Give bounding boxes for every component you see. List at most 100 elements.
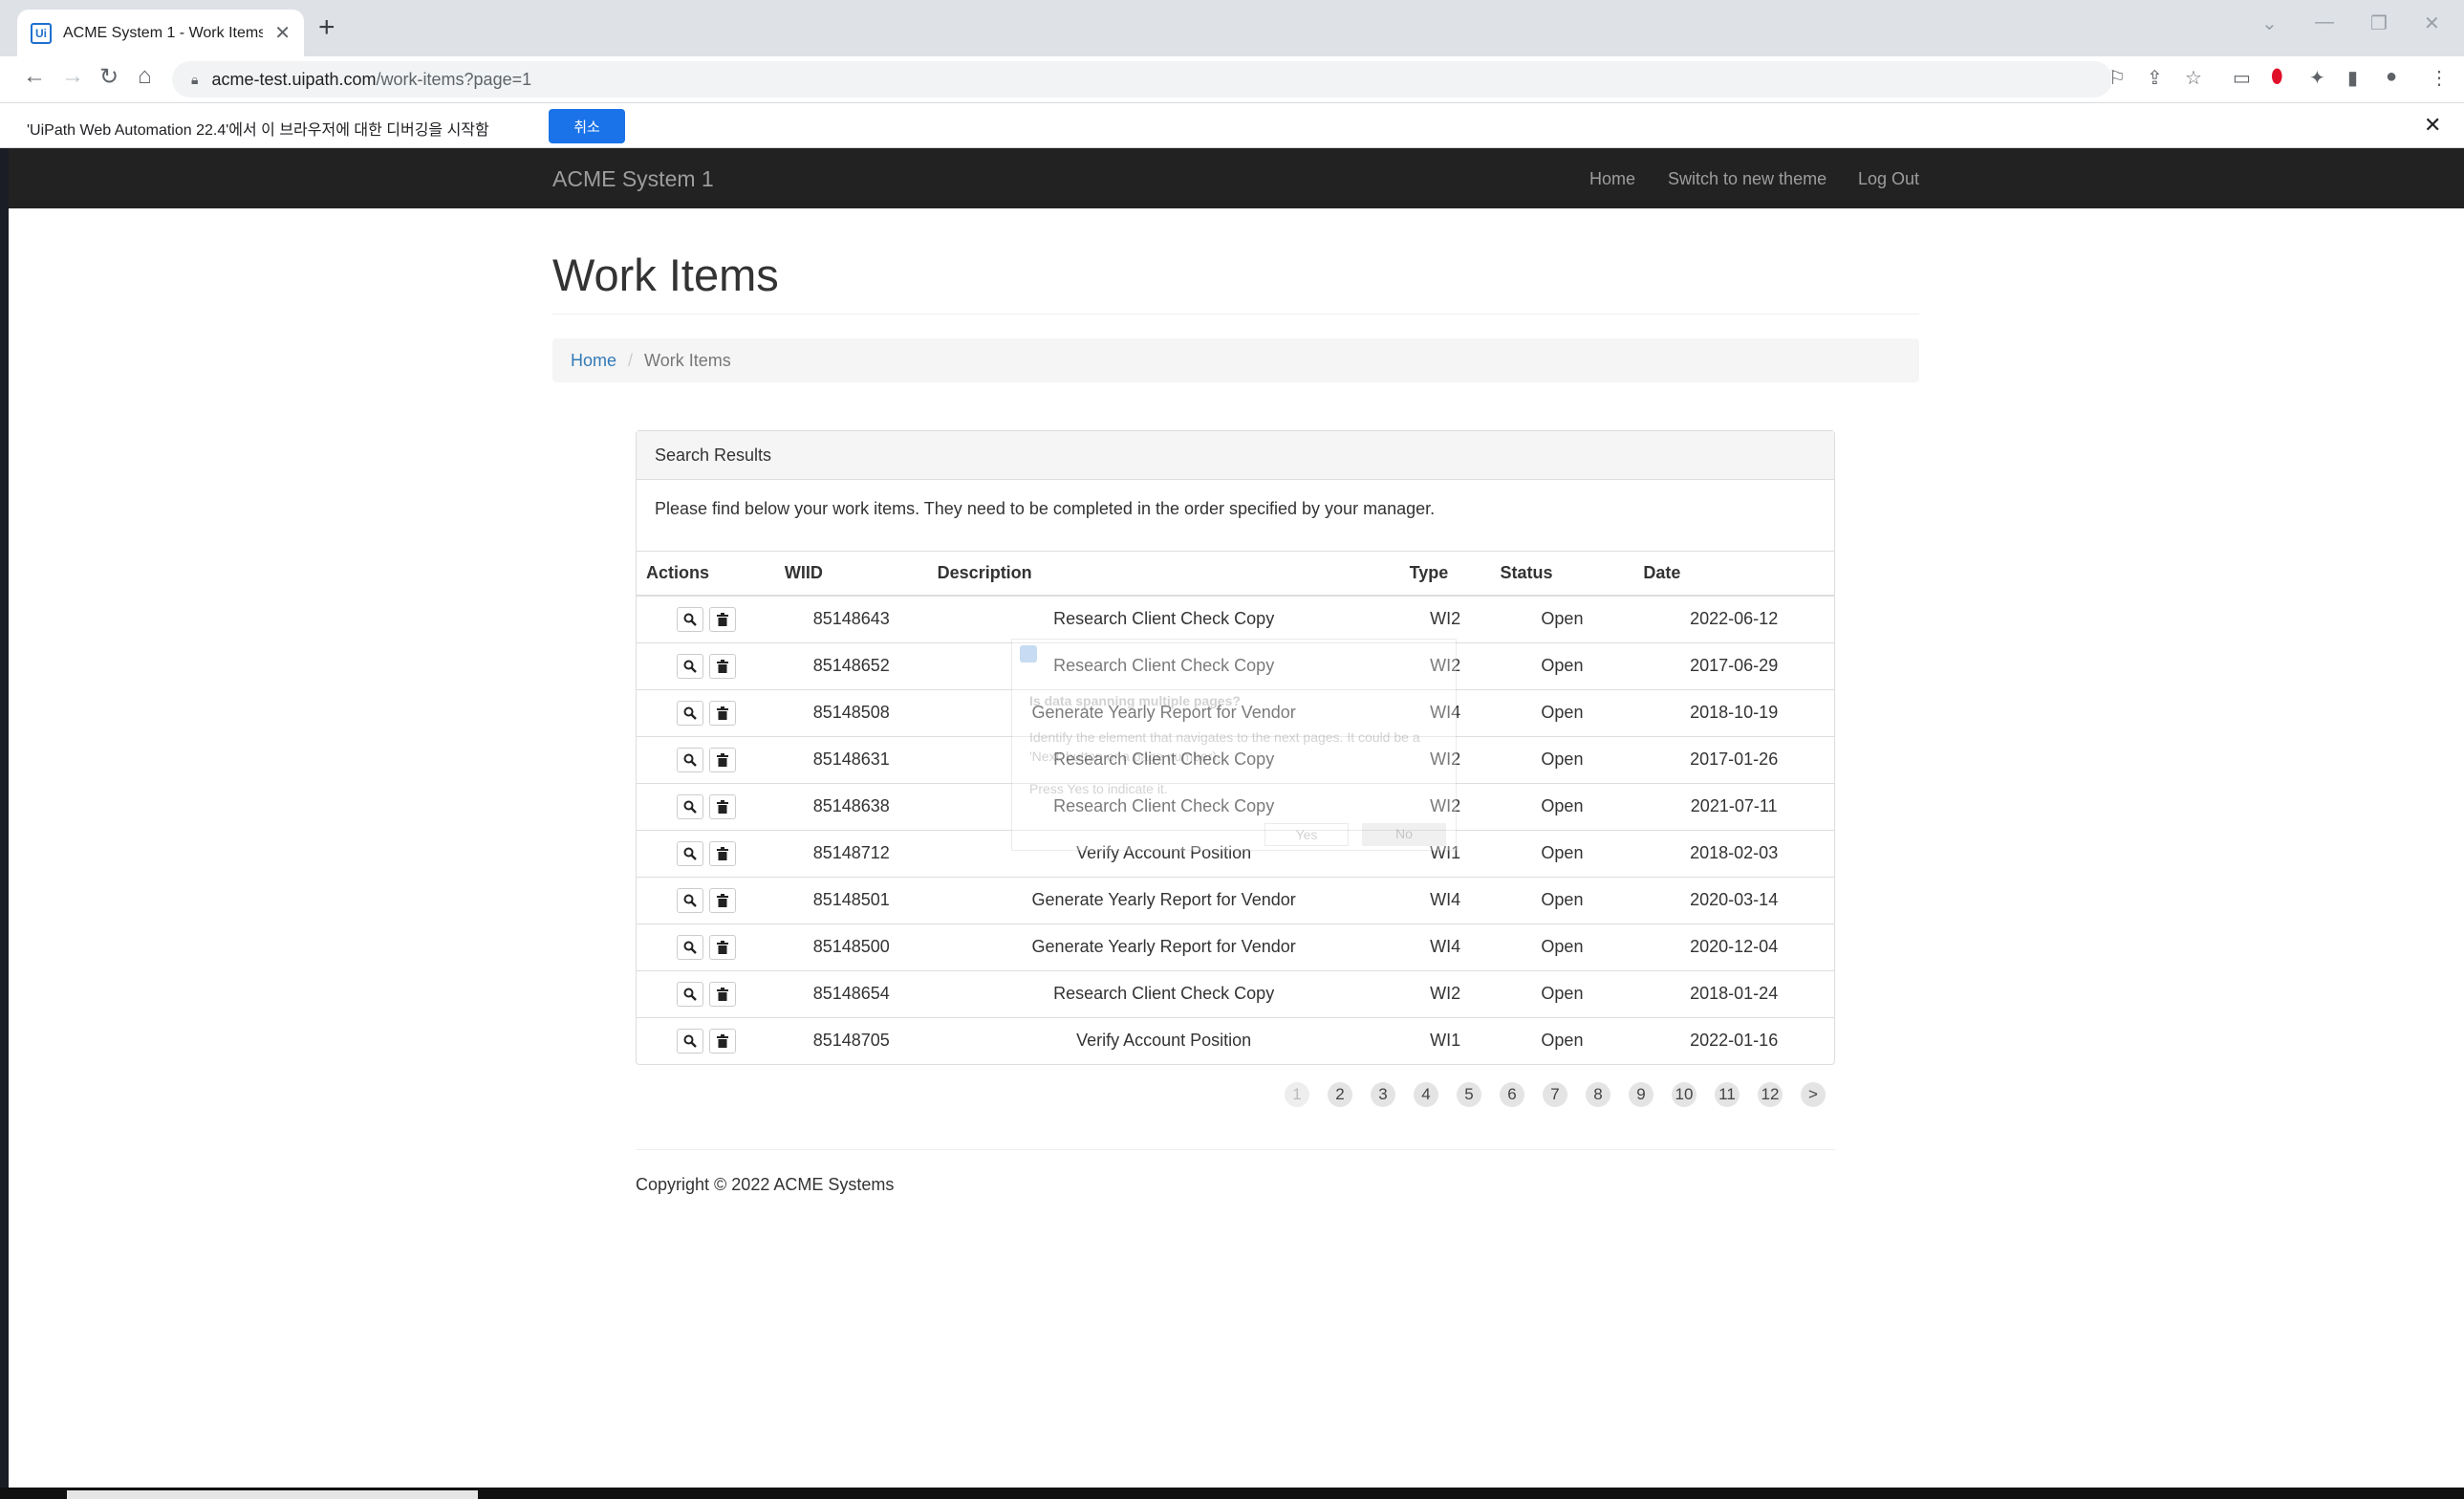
pagination-page-1[interactable]: 1 (1285, 1082, 1309, 1107)
pagination-page-10[interactable]: 10 (1672, 1082, 1697, 1107)
nav-logout-link[interactable]: Log Out (1858, 169, 1919, 189)
column-header-type[interactable]: Type (1399, 552, 1491, 597)
delete-item-button[interactable] (709, 1028, 736, 1054)
pagination-page-11[interactable]: 11 (1715, 1082, 1740, 1107)
cell-wiid: 85148705 (774, 1016, 928, 1064)
pagination-page-4[interactable]: 4 (1414, 1082, 1438, 1107)
pagination-page-3[interactable]: 3 (1371, 1082, 1395, 1107)
address-bar[interactable]: 🔒︎ acme-test.uipath.com/work-items?page=… (172, 61, 2112, 98)
cell-date: 2021-07-11 (1633, 782, 1834, 830)
infobar-message: 'UiPath Web Automation 22.4'에서 이 브라우저에 대… (27, 122, 489, 139)
translate-icon[interactable]: ⚐ (2108, 66, 2126, 90)
restore-icon[interactable]: ❐ (2370, 11, 2388, 35)
cell-status: Open (1490, 782, 1634, 830)
delete-item-button[interactable] (709, 653, 736, 679)
row-actions (637, 876, 775, 923)
view-item-button[interactable] (677, 887, 703, 913)
pagination-page-8[interactable]: 8 (1586, 1082, 1610, 1107)
table-row: 85148705 Verify Account Position WI1 Open 20… (637, 1016, 1834, 1064)
view-item-button[interactable] (677, 606, 703, 632)
tab-close-icon[interactable]: ✕ (274, 21, 291, 45)
view-item-button[interactable] (677, 1028, 703, 1054)
cell-date: 2018-01-24 (1633, 969, 1834, 1017)
pagination-page-7[interactable]: 7 (1543, 1082, 1567, 1107)
row-actions (637, 688, 775, 736)
pagination-page-5[interactable]: 5 (1457, 1082, 1481, 1107)
window-close-icon[interactable]: ✕ (2424, 11, 2440, 35)
cell-type: WI2 (1399, 641, 1491, 689)
menu-kebab-icon[interactable]: ⋮ (2430, 66, 2449, 90)
pagination-next-button[interactable]: > (1801, 1082, 1826, 1107)
column-header-description[interactable]: Description (927, 552, 1400, 597)
footer-copyright: Copyright © 2022 ACME Systems (636, 1175, 895, 1194)
new-tab-icon[interactable]: + (318, 13, 335, 42)
pagination-page-12[interactable]: 12 (1758, 1082, 1783, 1107)
row-actions (637, 1016, 775, 1064)
delete-item-button[interactable] (709, 981, 736, 1007)
navbar-brand[interactable]: ACME System 1 (552, 166, 714, 192)
delete-item-button[interactable] (709, 840, 736, 866)
view-item-button[interactable] (677, 934, 703, 960)
column-header-date[interactable]: Date (1633, 552, 1834, 597)
view-item-button[interactable] (677, 981, 703, 1007)
view-item-button[interactable] (677, 700, 703, 726)
row-actions (637, 641, 775, 689)
column-header-status[interactable]: Status (1490, 552, 1634, 597)
row-actions (637, 596, 775, 642)
cell-wiid: 85148501 (774, 876, 928, 923)
left-edge-strip (0, 148, 9, 1499)
taskbar-search-box[interactable] (67, 1490, 478, 1499)
browser-tabstrip: Ui ACME System 1 - Work Items ✕ + ⌄ — ❐ … (0, 0, 2464, 56)
browser-tab[interactable]: Ui ACME System 1 - Work Items ✕ (17, 10, 304, 56)
forward-icon[interactable]: → (61, 63, 84, 90)
cell-description: Research Client Check Copy (927, 969, 1400, 1017)
cell-date: 2018-02-03 (1633, 829, 1834, 877)
cell-type: WI4 (1399, 923, 1491, 970)
view-item-button[interactable] (677, 840, 703, 866)
delete-item-button[interactable] (709, 747, 736, 772)
pagination-page-9[interactable]: 9 (1629, 1082, 1653, 1107)
back-icon[interactable]: ← (23, 63, 46, 90)
url-host: acme-test.uipath.com (211, 69, 377, 89)
infobar-close-icon[interactable]: ✕ (2424, 113, 2441, 138)
cell-description: Generate Yearly Report for Vendor (927, 923, 1400, 970)
delete-item-button[interactable] (709, 934, 736, 960)
column-header-wiid[interactable]: WIID (774, 552, 928, 597)
table-row: 85148712 Verify Account Position WI1 Open 20… (637, 829, 1834, 877)
cell-description: Research Client Check Copy (927, 641, 1400, 689)
tab-search-icon[interactable]: ⌄ (2261, 11, 2278, 35)
column-header-actions: Actions (637, 552, 775, 597)
pagination-page-6[interactable]: 6 (1500, 1082, 1524, 1107)
work-items-table: Actions WIID Description Type Status Dat… (637, 552, 1834, 1064)
debugging-infobar: 'UiPath Web Automation 22.4'에서 이 브라우저에 대… (0, 102, 2464, 148)
cell-date: 2022-01-16 (1633, 1016, 1834, 1064)
reload-icon[interactable]: ↻ (99, 63, 119, 91)
breadcrumb-separator: / (628, 350, 634, 370)
side-panel-icon[interactable]: ▮ (2347, 66, 2358, 90)
view-item-button[interactable] (677, 747, 703, 772)
puzzle-extensions-icon[interactable]: ✦ (2309, 66, 2325, 90)
delete-item-button[interactable] (709, 606, 736, 632)
cell-date: 2020-03-14 (1633, 876, 1834, 923)
extension-icon[interactable]: ▭ (2233, 66, 2251, 90)
delete-item-button[interactable] (709, 793, 736, 819)
delete-item-button[interactable] (709, 887, 736, 913)
nav-switch-theme-link[interactable]: Switch to new theme (1668, 169, 1826, 189)
screen: Ui ACME System 1 - Work Items ✕ + ⌄ — ❐ … (0, 0, 2464, 1499)
breadcrumb-home-link[interactable]: Home (571, 351, 616, 371)
opera-extension-icon[interactable]: ⬮ (2271, 66, 2283, 88)
profile-avatar-icon[interactable]: ● (2386, 66, 2397, 88)
view-item-button[interactable] (677, 793, 703, 819)
nav-home-link[interactable]: Home (1589, 169, 1635, 189)
minimize-icon[interactable]: — (2315, 11, 2334, 33)
cell-type: WI4 (1399, 876, 1491, 923)
pagination-page-2[interactable]: 2 (1328, 1082, 1352, 1107)
home-icon[interactable]: ⌂ (138, 63, 152, 90)
delete-item-button[interactable] (709, 700, 736, 726)
share-icon[interactable]: ⇪ (2147, 66, 2163, 90)
cell-status: Open (1490, 829, 1634, 877)
view-item-button[interactable] (677, 653, 703, 679)
cell-wiid: 85148643 (812, 609, 890, 629)
infobar-cancel-button[interactable]: 취소 (549, 109, 625, 143)
bookmark-star-icon[interactable]: ☆ (2185, 66, 2202, 90)
